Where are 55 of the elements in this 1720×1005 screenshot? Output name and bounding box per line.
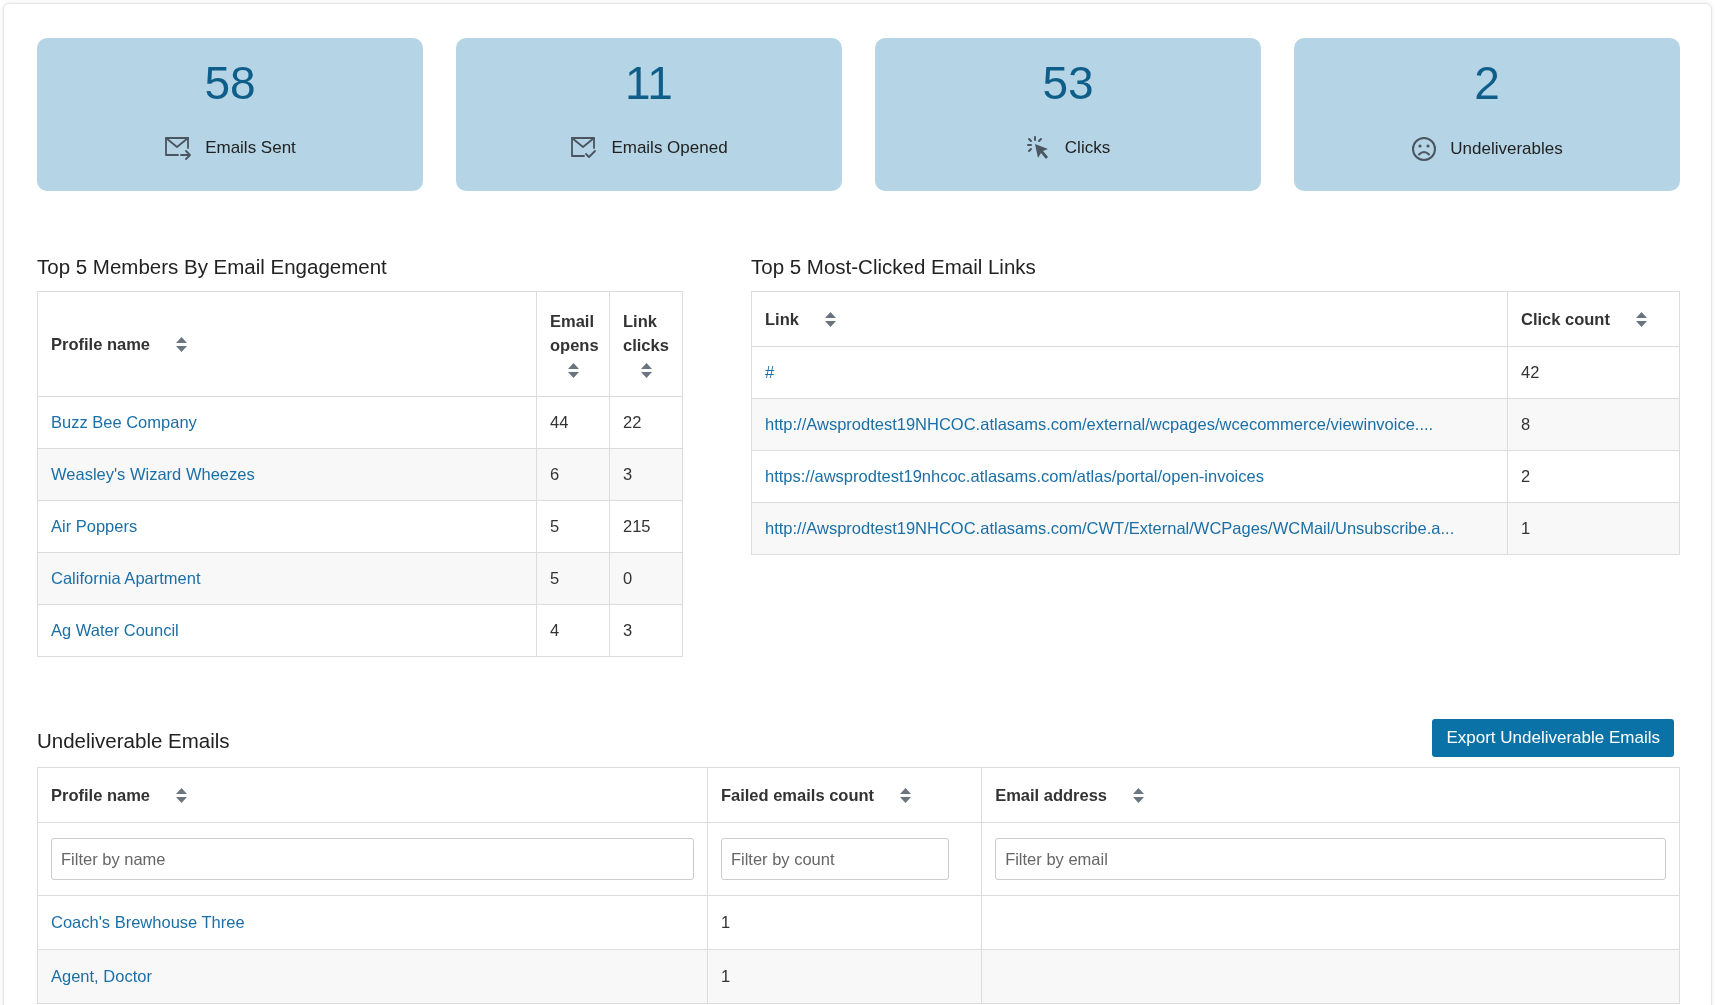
table-cell: 44	[550, 413, 569, 431]
sad-face-icon	[1411, 136, 1438, 162]
table-cell: 1	[1521, 519, 1531, 537]
section-title: Undeliverable Emails	[37, 729, 230, 753]
table-cell: 5	[550, 569, 560, 587]
section-title: Top 5 Most-Clicked Email Links	[751, 255, 1037, 279]
table-cell: 42	[1521, 363, 1540, 381]
profile-link[interactable]: #	[765, 363, 775, 381]
sort-icon[interactable]	[824, 311, 836, 327]
sort-icon[interactable]	[1133, 787, 1144, 803]
table-cell: 1	[720, 913, 731, 931]
section-title: Top 5 Members By Email Engagement	[37, 255, 388, 279]
stat-label: Undeliverables	[1450, 139, 1563, 159]
stat-label: Emails Sent	[205, 138, 296, 158]
profile-link[interactable]: Ag Water Council	[51, 621, 179, 639]
sort-icon[interactable]	[640, 363, 652, 379]
stat-value: 11	[625, 60, 673, 106]
sort-icon[interactable]	[1635, 311, 1647, 327]
profile-link[interactable]: Air Poppers	[51, 517, 138, 535]
table-cell: 2	[1521, 467, 1531, 485]
column-header[interactable]: Link	[765, 309, 799, 329]
profile-link[interactable]: Agent, Doctor	[51, 967, 152, 985]
table-cell: 0	[623, 569, 633, 587]
stat-label: Emails Opened	[611, 138, 728, 158]
stat-value: 58	[204, 60, 256, 106]
table-cell: 22	[623, 413, 642, 431]
stat-value: 2	[1474, 60, 1500, 106]
filter-field[interactable]: Filter by email	[995, 838, 1666, 880]
column-header[interactable]: Profile name	[51, 785, 151, 805]
filter-field[interactable]: Filter by name	[51, 838, 694, 880]
stat-value: 53	[1042, 60, 1094, 106]
sort-icon[interactable]	[567, 363, 579, 379]
column-header[interactable]: Click count	[1521, 309, 1610, 329]
table-cell: 5	[550, 517, 560, 535]
sort-icon[interactable]	[176, 787, 188, 803]
table-cell: 215	[623, 517, 651, 535]
profile-link[interactable]: Weasley's Wizard Wheezes	[51, 465, 255, 483]
table-cell: 3	[623, 621, 633, 639]
profile-link[interactable]: California Apartment	[51, 569, 201, 587]
column-header[interactable]: Email address	[995, 785, 1107, 805]
export-button[interactable]: Export Undeliverable Emails	[1432, 719, 1674, 757]
filter-field[interactable]: Filter by count	[720, 838, 949, 880]
profile-link[interactable]: Buzz Bee Company	[51, 413, 197, 431]
table-cell: 3	[623, 465, 633, 483]
column-header[interactable]: Profile name	[51, 334, 151, 354]
sort-icon[interactable]	[176, 336, 188, 352]
envelope-check-icon	[570, 136, 599, 160]
profile-link[interactable]: Coach's Brewhouse Three	[51, 913, 245, 931]
sort-icon[interactable]	[900, 787, 912, 803]
table-cell: 4	[550, 621, 560, 639]
envelope-arrow-icon	[164, 136, 193, 160]
table-cell: 1	[720, 967, 731, 985]
table-cell: 8	[1521, 415, 1531, 433]
table-cell: 6	[550, 465, 560, 483]
stat-label: Clicks	[1064, 138, 1111, 158]
